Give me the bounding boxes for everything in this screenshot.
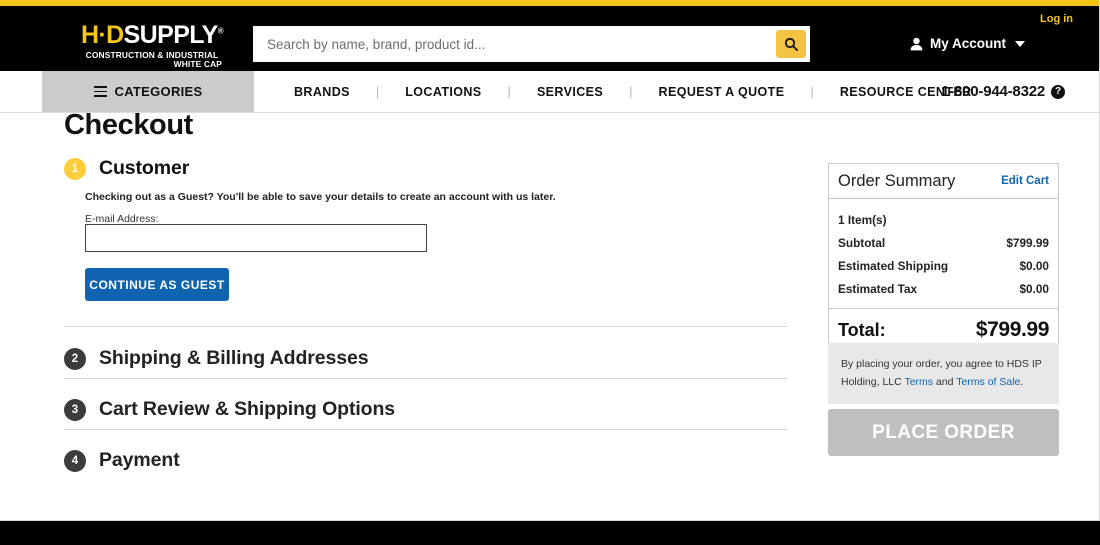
checkout-page: H·DSUPPLY® CONSTRUCTION & INDUSTRIAL WHI… bbox=[0, 0, 1100, 545]
section-divider bbox=[64, 378, 787, 379]
login-link[interactable]: Log in bbox=[1040, 13, 1073, 25]
step-title-payment: Payment bbox=[99, 449, 180, 471]
nav-item-locations[interactable]: LOCATIONS bbox=[379, 85, 507, 99]
summary-row-value: $799.99 bbox=[1006, 235, 1049, 250]
order-total-label: Total: bbox=[838, 319, 886, 340]
summary-row-label: Subtotal bbox=[838, 235, 886, 250]
summary-row-estimated-shipping: Estimated Shipping $0.00 bbox=[838, 254, 1049, 277]
summary-row-items: 1 Item(s) bbox=[838, 208, 1049, 231]
order-summary-title: Order Summary bbox=[838, 171, 956, 190]
nav-item-services[interactable]: SERVICES bbox=[511, 85, 629, 99]
phone-number[interactable]: 1-800-944-8322 bbox=[941, 83, 1045, 100]
section-divider bbox=[64, 326, 787, 327]
categories-button[interactable]: CATEGORIES bbox=[42, 71, 254, 112]
search-bar bbox=[253, 26, 810, 62]
my-account-menu[interactable]: My Account bbox=[910, 36, 1025, 51]
logo-hd-letters: H·D bbox=[80, 21, 124, 49]
summary-row-label: 1 Item(s) bbox=[838, 212, 887, 227]
user-icon bbox=[910, 37, 923, 50]
order-summary-panel: Order Summary Edit Cart 1 Item(s) Subtot… bbox=[828, 163, 1059, 352]
checkout-content: Checkout 1 Customer Checking out as a Gu… bbox=[0, 109, 1099, 525]
step-badge-3: 3 bbox=[64, 398, 86, 421]
order-summary-rows: 1 Item(s) Subtotal $799.99 Estimated Shi… bbox=[829, 199, 1058, 308]
summary-row-value: $0.00 bbox=[1019, 281, 1049, 296]
summary-row-subtotal: Subtotal $799.99 bbox=[838, 231, 1049, 254]
hamburger-icon bbox=[93, 86, 107, 97]
nav-item-brands[interactable]: BRANDS bbox=[268, 85, 376, 99]
site-footer bbox=[0, 520, 1100, 545]
support-phone: 1-800-944-8322 ? bbox=[941, 71, 1065, 112]
order-total-value: $799.99 bbox=[975, 318, 1050, 341]
terms-of-sale-link[interactable]: Terms of Sale bbox=[956, 376, 1020, 388]
terms-text-middle: and bbox=[933, 376, 957, 389]
step-badge-4: 4 bbox=[64, 449, 86, 472]
terms-disclaimer: By placing your order, you agree to HDS … bbox=[828, 343, 1059, 404]
summary-row-label: Estimated Shipping bbox=[838, 258, 949, 273]
categories-label: CATEGORIES bbox=[114, 84, 203, 99]
order-summary-header: Order Summary Edit Cart bbox=[829, 164, 1058, 199]
section-divider bbox=[64, 429, 787, 430]
chevron-down-icon bbox=[1015, 40, 1025, 47]
logo-tagline-line1: CONSTRUCTION & INDUSTRIAL bbox=[85, 50, 219, 60]
checkout-step-shipping-billing[interactable]: 2 Shipping & Billing Addresses bbox=[64, 347, 787, 370]
nav-links: BRANDS | LOCATIONS | SERVICES | REQUEST … bbox=[268, 71, 998, 112]
step-title-cart-review: Cart Review & Shipping Options bbox=[99, 398, 396, 420]
step-title-customer: Customer bbox=[99, 157, 190, 179]
my-account-label: My Account bbox=[929, 36, 1006, 51]
continue-as-guest-button[interactable]: CONTINUE AS GUEST bbox=[85, 268, 229, 301]
terms-text-suffix: . bbox=[1020, 376, 1024, 389]
search-button[interactable] bbox=[776, 30, 806, 58]
edit-cart-link[interactable]: Edit Cart bbox=[1001, 175, 1049, 187]
page-title: Checkout bbox=[64, 109, 193, 141]
registered-mark-icon: ® bbox=[217, 26, 224, 36]
email-input[interactable] bbox=[85, 224, 427, 252]
step-title-shipping-billing: Shipping & Billing Addresses bbox=[99, 347, 369, 369]
logo-wordmark: H·DSUPPLY® bbox=[68, 23, 236, 48]
logo-tagline-line2: WHITE CAP bbox=[173, 59, 222, 70]
place-order-button[interactable]: PLACE ORDER bbox=[828, 409, 1059, 456]
step-badge-2: 2 bbox=[64, 347, 86, 370]
summary-row-label: Estimated Tax bbox=[838, 281, 918, 296]
search-icon bbox=[784, 37, 798, 51]
nav-item-request-a-quote[interactable]: REQUEST A QUOTE bbox=[633, 85, 811, 99]
terms-link[interactable]: Terms bbox=[904, 376, 933, 388]
summary-row-value: $0.00 bbox=[1019, 258, 1049, 273]
site-header: H·DSUPPLY® CONSTRUCTION & INDUSTRIAL WHI… bbox=[0, 6, 1099, 71]
search-input[interactable] bbox=[253, 26, 776, 62]
checkout-step-customer[interactable]: 1 Customer bbox=[64, 157, 787, 180]
summary-row-estimated-tax: Estimated Tax $0.00 bbox=[838, 277, 1049, 300]
guest-checkout-note: Checking out as a Guest? You'll be able … bbox=[85, 191, 556, 203]
logo-supply-text: SUPPLY bbox=[123, 21, 219, 49]
step-badge-1: 1 bbox=[64, 157, 86, 180]
checkout-step-payment[interactable]: 4 Payment bbox=[64, 449, 787, 472]
help-icon[interactable]: ? bbox=[1051, 84, 1065, 99]
checkout-step-cart-review[interactable]: 3 Cart Review & Shipping Options bbox=[64, 398, 787, 421]
main-navigation: CATEGORIES BRANDS | LOCATIONS | SERVICES… bbox=[0, 71, 1099, 113]
brand-logo[interactable]: H·DSUPPLY® CONSTRUCTION & INDUSTRIAL WHI… bbox=[68, 23, 236, 69]
